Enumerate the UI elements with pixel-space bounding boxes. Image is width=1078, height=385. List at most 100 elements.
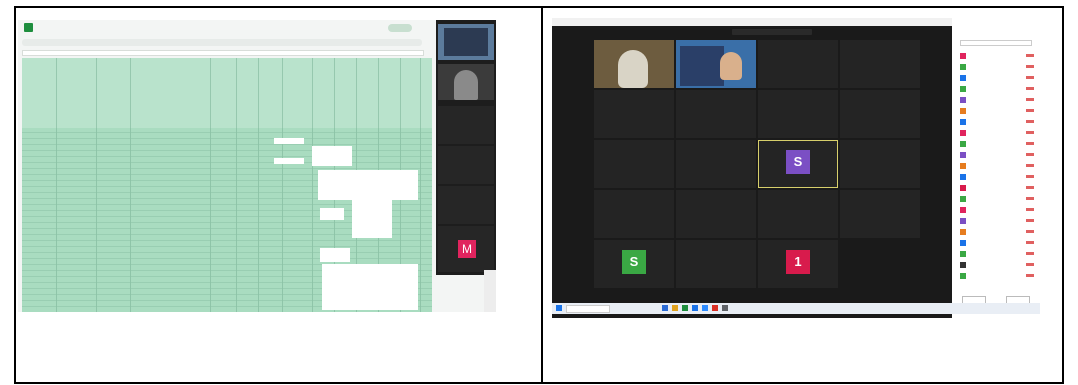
participant-tile[interactable] (676, 140, 756, 188)
avatar (960, 196, 966, 202)
muted-mic-icon[interactable] (1026, 142, 1034, 145)
avatar: S (622, 250, 646, 274)
avatar (960, 218, 966, 224)
muted-mic-icon[interactable] (1026, 241, 1034, 244)
participant-row[interactable] (960, 129, 1034, 137)
participant-tile[interactable] (758, 90, 838, 138)
avatar (960, 240, 966, 246)
participant-row[interactable] (960, 184, 1034, 192)
muted-mic-icon[interactable] (1026, 230, 1034, 233)
participant-row[interactable] (960, 173, 1034, 181)
participant-tile[interactable] (438, 106, 494, 144)
participant-row[interactable] (960, 107, 1034, 115)
app-icon[interactable] (682, 305, 688, 311)
participant-tile[interactable]: S (594, 240, 674, 288)
muted-mic-icon[interactable] (1026, 131, 1034, 134)
avatar (960, 163, 966, 169)
participant-tile[interactable] (840, 190, 920, 238)
muted-mic-icon[interactable] (1026, 186, 1034, 189)
participant-row[interactable] (960, 151, 1034, 159)
participant-video[interactable] (438, 64, 494, 100)
sheet-toolbar[interactable] (22, 39, 422, 46)
participant-row[interactable] (960, 85, 1034, 93)
participant-row[interactable] (960, 228, 1034, 236)
participant-tile[interactable]: S (758, 140, 838, 188)
muted-mic-icon[interactable] (1026, 208, 1034, 211)
participant-tile[interactable] (840, 40, 920, 88)
participant-video (594, 40, 674, 88)
participant-tile[interactable] (594, 140, 674, 188)
folder-icon[interactable] (672, 305, 678, 311)
participant-row[interactable] (960, 272, 1034, 280)
muted-mic-icon[interactable] (1026, 175, 1034, 178)
muted-mic-icon[interactable] (1026, 76, 1034, 79)
muted-mic-icon[interactable] (1026, 164, 1034, 167)
participant-tile[interactable]: M (438, 226, 494, 272)
participant-row[interactable] (960, 239, 1034, 247)
app-icon[interactable] (712, 305, 718, 311)
start-icon[interactable] (556, 305, 562, 311)
side-panel (484, 270, 496, 312)
participant-row[interactable] (960, 195, 1034, 203)
muted-mic-icon[interactable] (1026, 87, 1034, 90)
participant-tile[interactable] (758, 190, 838, 238)
avatar (960, 262, 966, 268)
participant-tile[interactable] (758, 40, 838, 88)
participant-tile[interactable] (840, 140, 920, 188)
participant-row[interactable] (960, 74, 1034, 82)
avatar (960, 86, 966, 92)
participant-row[interactable] (960, 206, 1034, 214)
participant-tile[interactable] (594, 40, 674, 88)
participant-row[interactable] (960, 217, 1034, 225)
avatar (960, 141, 966, 147)
muted-mic-icon[interactable] (1026, 274, 1034, 277)
avatar (960, 108, 966, 114)
muted-mic-icon[interactable] (1026, 98, 1034, 101)
share-button[interactable] (388, 24, 412, 32)
app-icon[interactable] (722, 305, 728, 311)
avatar (960, 185, 966, 191)
formula-bar[interactable] (22, 50, 424, 56)
participant-row[interactable] (960, 63, 1034, 71)
panel-divider (541, 8, 543, 382)
browser-icon[interactable] (692, 305, 698, 311)
participant-row[interactable] (960, 250, 1034, 258)
participant-row[interactable] (960, 118, 1034, 126)
header-rows (22, 58, 432, 128)
participant-tile[interactable] (676, 190, 756, 238)
zoom-icon[interactable] (702, 305, 708, 311)
muted-mic-icon[interactable] (1026, 54, 1034, 57)
participant-tile[interactable] (594, 90, 674, 138)
muted-mic-icon[interactable] (1026, 263, 1034, 266)
avatar: S (786, 150, 810, 174)
participant-tile[interactable] (438, 186, 494, 224)
participant-tile[interactable] (676, 240, 756, 288)
participant-tile[interactable] (840, 90, 920, 138)
participant-tile[interactable]: 1 (758, 240, 838, 288)
participant-row[interactable] (960, 96, 1034, 104)
participant-row[interactable] (960, 140, 1034, 148)
avatar (960, 152, 966, 158)
avatar (960, 251, 966, 257)
participant-tile[interactable] (676, 90, 756, 138)
participant-video[interactable] (438, 24, 494, 60)
muted-mic-icon[interactable] (1026, 109, 1034, 112)
taskbar-search-input[interactable] (566, 305, 610, 313)
participant-row[interactable] (960, 52, 1034, 60)
muted-mic-icon[interactable] (1026, 65, 1034, 68)
muted-mic-icon[interactable] (1026, 252, 1034, 255)
muted-mic-icon[interactable] (1026, 120, 1034, 123)
participant-tile[interactable] (438, 146, 494, 184)
avatar (960, 229, 966, 235)
muted-mic-icon[interactable] (1026, 219, 1034, 222)
spreadsheet-grid[interactable] (22, 58, 432, 312)
app-icon[interactable] (662, 305, 668, 311)
muted-mic-icon[interactable] (1026, 197, 1034, 200)
muted-mic-icon[interactable] (1026, 153, 1034, 156)
participant-tile[interactable] (594, 190, 674, 238)
participant-tile[interactable] (676, 40, 756, 88)
participant-row[interactable] (960, 261, 1034, 269)
participant-search-input[interactable] (960, 40, 1032, 46)
avatar (960, 119, 966, 125)
participant-row[interactable] (960, 162, 1034, 170)
